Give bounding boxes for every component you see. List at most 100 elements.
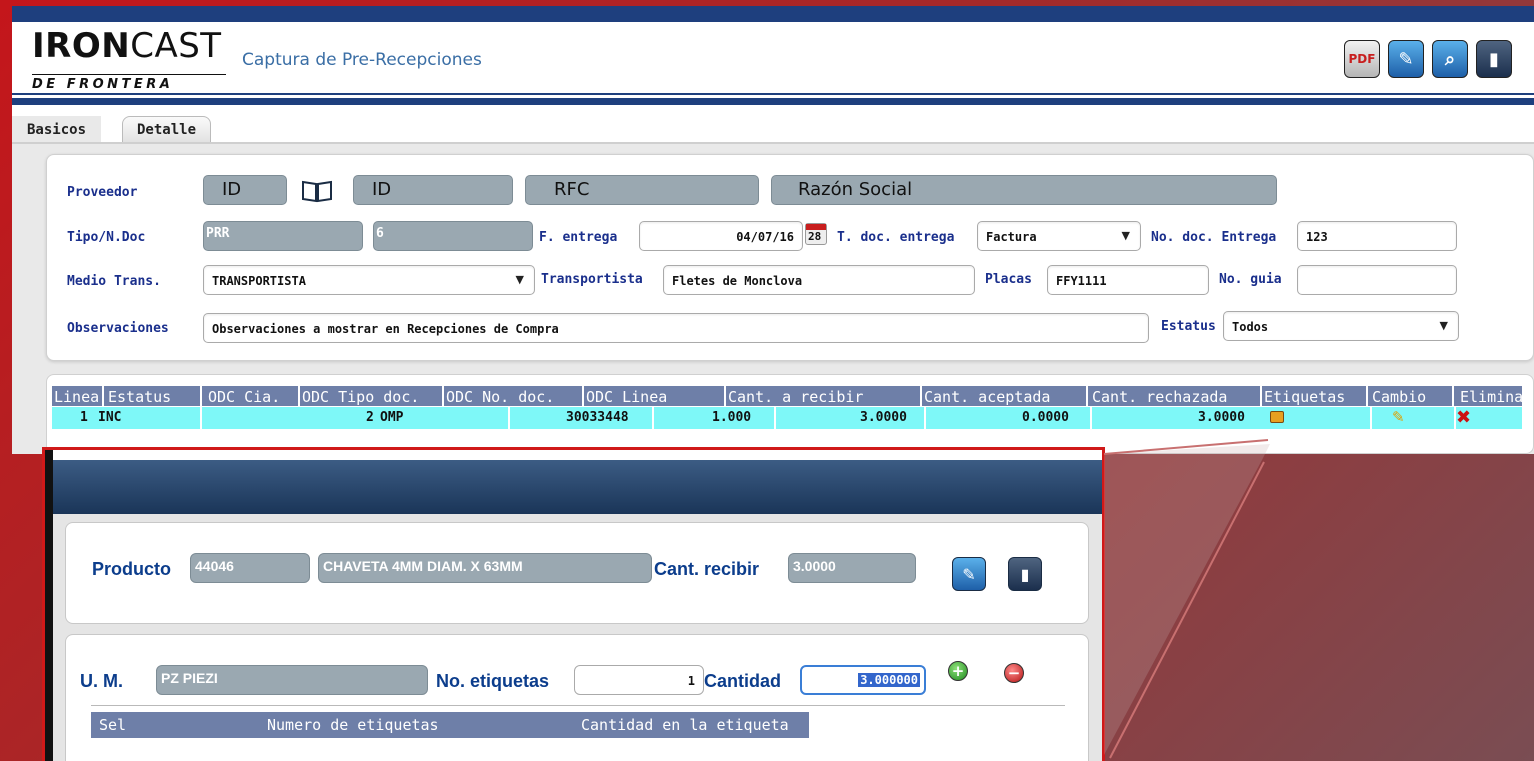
razon-social-field[interactable]: Razón Social: [771, 175, 1277, 205]
um-label: U. M.: [80, 671, 123, 691]
pdf-icon: PDF: [1348, 52, 1376, 66]
cell-divider: [924, 407, 926, 429]
col-divider: [1452, 386, 1454, 406]
transportista-input[interactable]: Fletes de Monclova: [663, 265, 975, 295]
producto-code-field[interactable]: 44046: [190, 553, 310, 583]
save-icon: ✎: [1398, 48, 1414, 70]
producto-desc-field[interactable]: CHAVETA 4MM DIAM. X 63MM: [318, 553, 652, 583]
cant-recibir-field[interactable]: 3.0000: [788, 553, 916, 583]
col-divider: [442, 386, 444, 406]
chevron-down-icon: ▼: [1121, 229, 1130, 242]
tab-bar: Basicos Detalle: [12, 114, 1534, 144]
no-guia-label: No. guia: [1219, 272, 1282, 287]
logo-tagline: DE FRONTERA: [32, 74, 226, 92]
col-divider: [298, 386, 300, 406]
col-cant-recibir[interactable]: Cant. a recibir: [728, 388, 863, 406]
calendar-icon[interactable]: 28: [805, 223, 827, 245]
no-doc-entrega-input[interactable]: 123: [1297, 221, 1457, 251]
cell-odc-cia: 2: [366, 410, 374, 425]
proveedor-label: Proveedor: [67, 185, 138, 200]
exit-icon: ▮: [1489, 48, 1499, 70]
col-cambio[interactable]: Cambio: [1372, 388, 1426, 406]
no-etiquetas-label: No. etiquetas: [436, 671, 550, 691]
col-divider: [1260, 386, 1262, 406]
cell-estatus: INC: [98, 410, 122, 425]
cell-odc-linea: 1.000: [712, 410, 752, 425]
search-button[interactable]: ⌕: [1432, 40, 1468, 78]
save-button[interactable]: ✎: [952, 557, 986, 591]
cantidad-label: Cantidad: [704, 671, 782, 691]
proveedor-id-field[interactable]: ID: [203, 175, 287, 205]
col-cantidad-etiqueta[interactable]: Cantidad en la etiqueta: [581, 716, 789, 734]
product-panel: Producto 44046 CHAVETA 4MM DIAM. X 63MM …: [65, 522, 1089, 624]
chevron-down-icon: ▼: [515, 273, 524, 286]
col-elimina[interactable]: Elimina: [1460, 388, 1523, 406]
cell-divider: [508, 407, 510, 429]
no-doc-entrega-label: No. doc. Entrega: [1151, 230, 1277, 245]
observaciones-input[interactable]: Observaciones a mostrar en Recepciones d…: [203, 313, 1149, 343]
cell-cant-recibir: 3.0000: [860, 410, 907, 425]
exit-button[interactable]: ▮: [1476, 40, 1512, 78]
cell-divider: [774, 407, 776, 429]
labels-icon[interactable]: [1270, 411, 1284, 423]
tab-detalle[interactable]: Detalle: [122, 116, 212, 144]
no-etiquetas-input[interactable]: 1: [574, 665, 704, 695]
col-sel[interactable]: Sel: [99, 716, 126, 734]
add-label-button[interactable]: +: [948, 661, 968, 681]
tipo-doc-field[interactable]: PRR: [203, 221, 363, 251]
col-divider: [920, 386, 922, 406]
plus-icon: +: [951, 661, 965, 680]
tab-basicos[interactable]: Basicos: [12, 116, 102, 144]
f-entrega-input[interactable]: 04/07/16: [639, 221, 803, 251]
col-cant-rechazada[interactable]: Cant. rechazada: [1092, 388, 1227, 406]
col-odc-tipo-doc[interactable]: ODC Tipo doc.: [302, 388, 419, 406]
search-icon: ⌕: [1444, 48, 1456, 70]
pdf-export-button[interactable]: PDF: [1344, 40, 1380, 78]
placas-label: Placas: [985, 272, 1032, 287]
no-guia-input[interactable]: [1297, 265, 1457, 295]
col-etiquetas[interactable]: Etiquetas: [1264, 388, 1345, 406]
chevron-down-icon: ▼: [1439, 319, 1448, 332]
save-icon: ✎: [962, 564, 976, 584]
estatus-select[interactable]: Todos ▼: [1223, 311, 1459, 341]
popup-left-border: [45, 450, 53, 761]
tipo-doc-label: Tipo/N.Doc: [67, 230, 146, 245]
cantidad-input[interactable]: 3.000000: [800, 665, 926, 695]
col-divider: [582, 386, 584, 406]
placas-input[interactable]: FFY1111: [1047, 265, 1209, 295]
col-cant-aceptada[interactable]: Cant. aceptada: [924, 388, 1050, 406]
book-lookup-icon[interactable]: [301, 179, 333, 203]
proveedor-id2-field[interactable]: ID: [353, 175, 513, 205]
exit-button[interactable]: ▮: [1008, 557, 1042, 591]
col-estatus[interactable]: Estatus: [108, 388, 171, 406]
um-field[interactable]: PZ PIEZI: [156, 665, 428, 695]
medio-trans-select[interactable]: TRANSPORTISTA ▼: [203, 265, 535, 295]
cell-linea: 1: [80, 410, 88, 425]
labels-panel: U. M. PZ PIEZI No. etiquetas 1 Cantidad …: [65, 634, 1089, 761]
col-divider: [1366, 386, 1368, 406]
col-linea[interactable]: Linea: [54, 388, 99, 406]
t-doc-entrega-label: T. doc. entrega: [837, 230, 955, 245]
save-button[interactable]: ✎: [1388, 40, 1424, 78]
t-doc-entrega-select[interactable]: Factura ▼: [977, 221, 1141, 251]
table-row[interactable]: 1 INC 2 OMP 30033448 1.000 3.0000 0.0000…: [52, 407, 1522, 429]
delete-x-icon[interactable]: ✖: [1456, 407, 1471, 428]
col-odc-linea[interactable]: ODC Linea: [586, 388, 667, 406]
transportista-label: Transportista: [541, 272, 643, 287]
ironcast-logo: IRONCAST DE FRONTERA: [32, 26, 242, 102]
cell-cant-rechazada: 3.0000: [1198, 410, 1245, 425]
col-odc-cia[interactable]: ODC Cia.: [208, 388, 280, 406]
table-top-rule: [91, 705, 1065, 706]
header-divider: [12, 93, 1534, 95]
cant-recibir-label: Cant. recibir: [654, 559, 760, 579]
rfc-field[interactable]: RFC: [525, 175, 759, 205]
label-capture-popup: Producto 44046 CHAVETA 4MM DIAM. X 63MM …: [42, 447, 1105, 761]
remove-label-button[interactable]: −: [1004, 663, 1024, 683]
col-numero-etiquetas[interactable]: Numero de etiquetas: [267, 716, 439, 734]
cell-odc-no-doc: 30033448: [566, 410, 629, 425]
edit-pencil-icon[interactable]: ✎: [1392, 408, 1405, 426]
numero-doc-field[interactable]: 6: [373, 221, 533, 251]
medio-trans-label: Medio Trans.: [67, 274, 161, 289]
col-odc-no-doc[interactable]: ODC No. doc.: [446, 388, 554, 406]
exit-icon: ▮: [1020, 564, 1030, 584]
